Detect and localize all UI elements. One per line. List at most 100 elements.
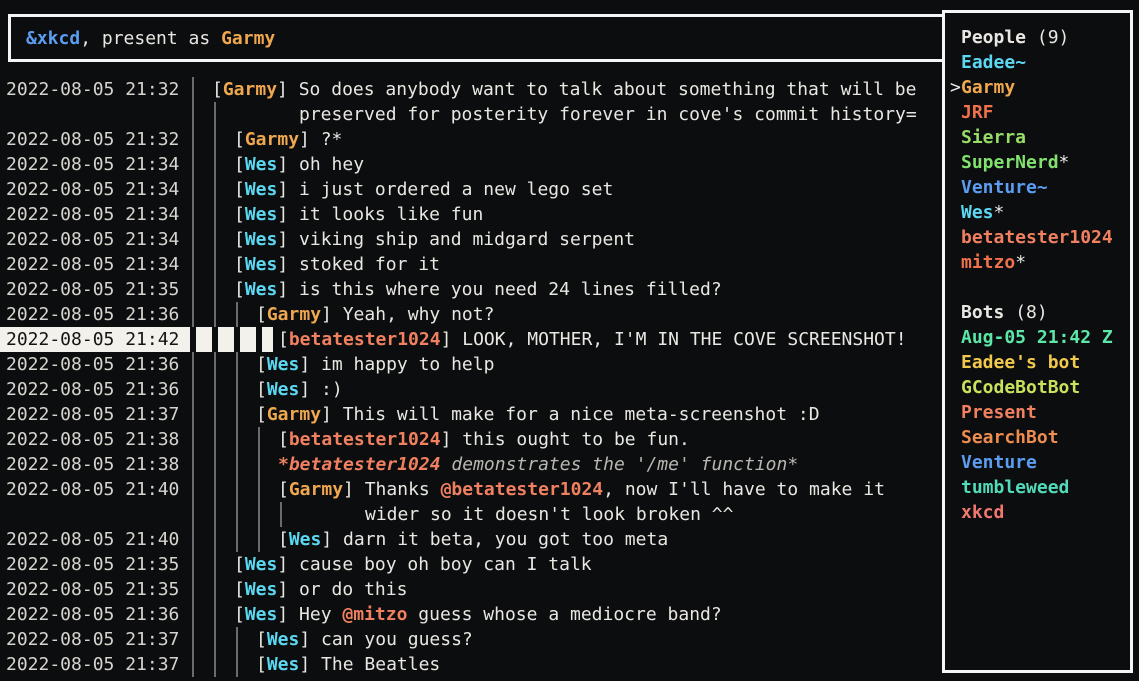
sidebar-spacer [950,275,1130,300]
message-segment: preserved for posterity forever in cove'… [299,104,917,125]
message-wrap-row[interactable]: wider so it doesn't look broken ^^ [0,502,938,527]
message-row[interactable]: 2022-08-05 21:36[Wes] Hey @mitzo guess w… [0,602,938,627]
message-segment: is this where you need 24 lines filled? [299,279,722,300]
message-row[interactable]: 2022-08-05 21:42[betatester1024] LOOK, M… [0,327,938,352]
timestamp: 2022-08-05 21:34 [0,252,190,277]
people-item[interactable]: Wes* [950,200,1130,225]
people-item[interactable]: JRF [950,100,1130,125]
nick: Wes [245,554,278,575]
marker-spacer [950,375,961,400]
highlight-thread-block [218,327,234,352]
marker-spacer [950,475,961,500]
nick: Garmy [289,479,343,500]
message-row[interactable]: 2022-08-05 21:34[Wes] stoked for it [0,252,938,277]
message-row[interactable]: 2022-08-05 21:38[betatester1024] this ou… [0,427,938,452]
nick-bracket: ] [277,204,299,225]
timestamp: 2022-08-05 21:34 [0,227,190,252]
bots-item[interactable]: Aug-05 21:42 Z [950,325,1130,350]
people-item-label: Wes [961,200,994,225]
people-item-label: mitzo [961,250,1015,275]
people-item-label: Venture [961,175,1037,200]
message-row[interactable]: 2022-08-05 21:35[Wes] is this where you … [0,277,938,302]
timestamp: 2022-08-05 21:34 [0,202,190,227]
bots-item-label: xkcd [961,500,1004,525]
user-sidebar: People (9) Eadee~>Garmy JRF Sierra Super… [942,10,1133,673]
nick: Wes [245,154,278,175]
bots-item[interactable]: SearchBot [950,425,1130,450]
people-item[interactable]: >Garmy [950,75,1130,100]
bots-item[interactable]: GCodeBotBot [950,375,1130,400]
message-row[interactable]: 2022-08-05 21:40[Wes] darn it beta, you … [0,527,938,552]
message-row[interactable]: 2022-08-05 21:37[Wes] can you guess? [0,627,938,652]
people-item[interactable]: SuperNerd* [950,150,1130,175]
thread-guide-line [214,352,216,677]
message-row[interactable]: 2022-08-05 21:40[Garmy] Thanks @betatest… [0,477,938,502]
nick: Wes [245,179,278,200]
message-segment: ?* [321,129,343,150]
message-row[interactable]: 2022-08-05 21:34 [Wes] it looks like fun [0,202,938,227]
message-row[interactable]: 2022-08-05 21:34[Wes] i just ordered a n… [0,177,938,202]
bots-item[interactable]: xkcd [950,500,1130,525]
message-row[interactable]: 2022-08-05 21:36[Garmy] Yeah, why not? [0,302,938,327]
mention: *betatester1024 [278,454,441,475]
message-segment: This will make for a nice meta-screensho… [343,404,820,425]
message-row[interactable]: 2022-08-05 21:32[Garmy] ?* [0,127,938,152]
message-segment: wider so it doesn't look broken ^^ [365,504,733,525]
thread-guide-line [236,352,238,552]
nick-bracket: [ [234,204,245,225]
nick-bracket: [ [256,404,267,425]
bots-item[interactable]: Eadee's bot [950,350,1130,375]
action-row[interactable]: 2022-08-05 21:38*betatester1024 demonstr… [0,452,938,477]
bots-item-label: SearchBot [961,425,1059,450]
message-row[interactable]: 2022-08-05 21:36[Wes] im happy to help [0,352,938,377]
nick-bracket: [ [234,229,245,250]
bots-item[interactable]: tumbleweed [950,475,1130,500]
message-row[interactable]: 2022-08-05 21:34[Wes] viking ship and mi… [0,227,938,252]
nick-bracket: ] [277,279,299,300]
nick: Wes [289,529,322,550]
nick-bracket: ] [277,604,299,625]
people-item[interactable]: Eadee~ [950,50,1130,75]
message-row[interactable]: 2022-08-05 21:35[Wes] cause boy oh boy c… [0,552,938,577]
nick-bracket: ] [299,379,321,400]
nick: Wes [245,204,278,225]
message-segment: viking ship and midgard serpent [299,229,635,250]
timestamp: 2022-08-05 21:35 [0,277,190,302]
people-item-label: betatester1024 [961,225,1113,250]
message-row[interactable]: 2022-08-05 21:32[Garmy] So does anybody … [0,77,938,102]
mention: @betatester1024 [441,479,604,500]
message-text: [Wes] it looks like fun [234,202,483,227]
bots-item[interactable]: Present [950,400,1130,425]
message-text: preserved for posterity forever in cove'… [299,102,917,127]
nick: betatester1024 [289,329,441,350]
message-row[interactable]: 2022-08-05 21:37[Wes] The Beatles [0,652,938,677]
message-text: [Garmy] This will make for a nice meta-s… [256,402,820,427]
message-segment: Thanks [365,479,441,500]
thread-guide-line [192,352,194,677]
highlight-thread-block [240,327,256,352]
people-item[interactable]: mitzo* [950,250,1130,275]
bots-item[interactable]: Venture [950,450,1130,475]
nick-bracket: ] [321,304,343,325]
thread-guide-line [236,627,238,677]
message-row[interactable]: 2022-08-05 21:37[Garmy] This will make f… [0,402,938,427]
nick-bracket: [ [212,79,223,100]
people-item[interactable]: Sierra [950,125,1130,150]
nick-bracket: [ [234,154,245,175]
people-item[interactable]: Venture~ [950,175,1130,200]
message-text: [Wes] i just ordered a new lego set [234,177,613,202]
message-wrap-row[interactable]: preserved for posterity forever in cove'… [0,102,938,127]
message-text: wider so it doesn't look broken ^^ [365,502,733,527]
people-item[interactable]: betatester1024 [950,225,1130,250]
message-row[interactable]: 2022-08-05 21:34[Wes] oh hey [0,152,938,177]
thread-guide-line [258,427,260,552]
nick-bracket: [ [256,654,267,675]
message-row[interactable]: 2022-08-05 21:35[Wes] or do this [0,577,938,602]
people-item-label: SuperNerd [961,150,1059,175]
message-row[interactable]: 2022-08-05 21:36[Wes] :) [0,377,938,402]
nick-bracket: [ [278,429,289,450]
marker-spacer [950,125,961,150]
message-text: [Wes] oh hey [234,152,364,177]
message-segment: oh hey [299,154,364,175]
chat-log: 2022-08-05 21:32[Garmy] So does anybody … [0,77,938,677]
